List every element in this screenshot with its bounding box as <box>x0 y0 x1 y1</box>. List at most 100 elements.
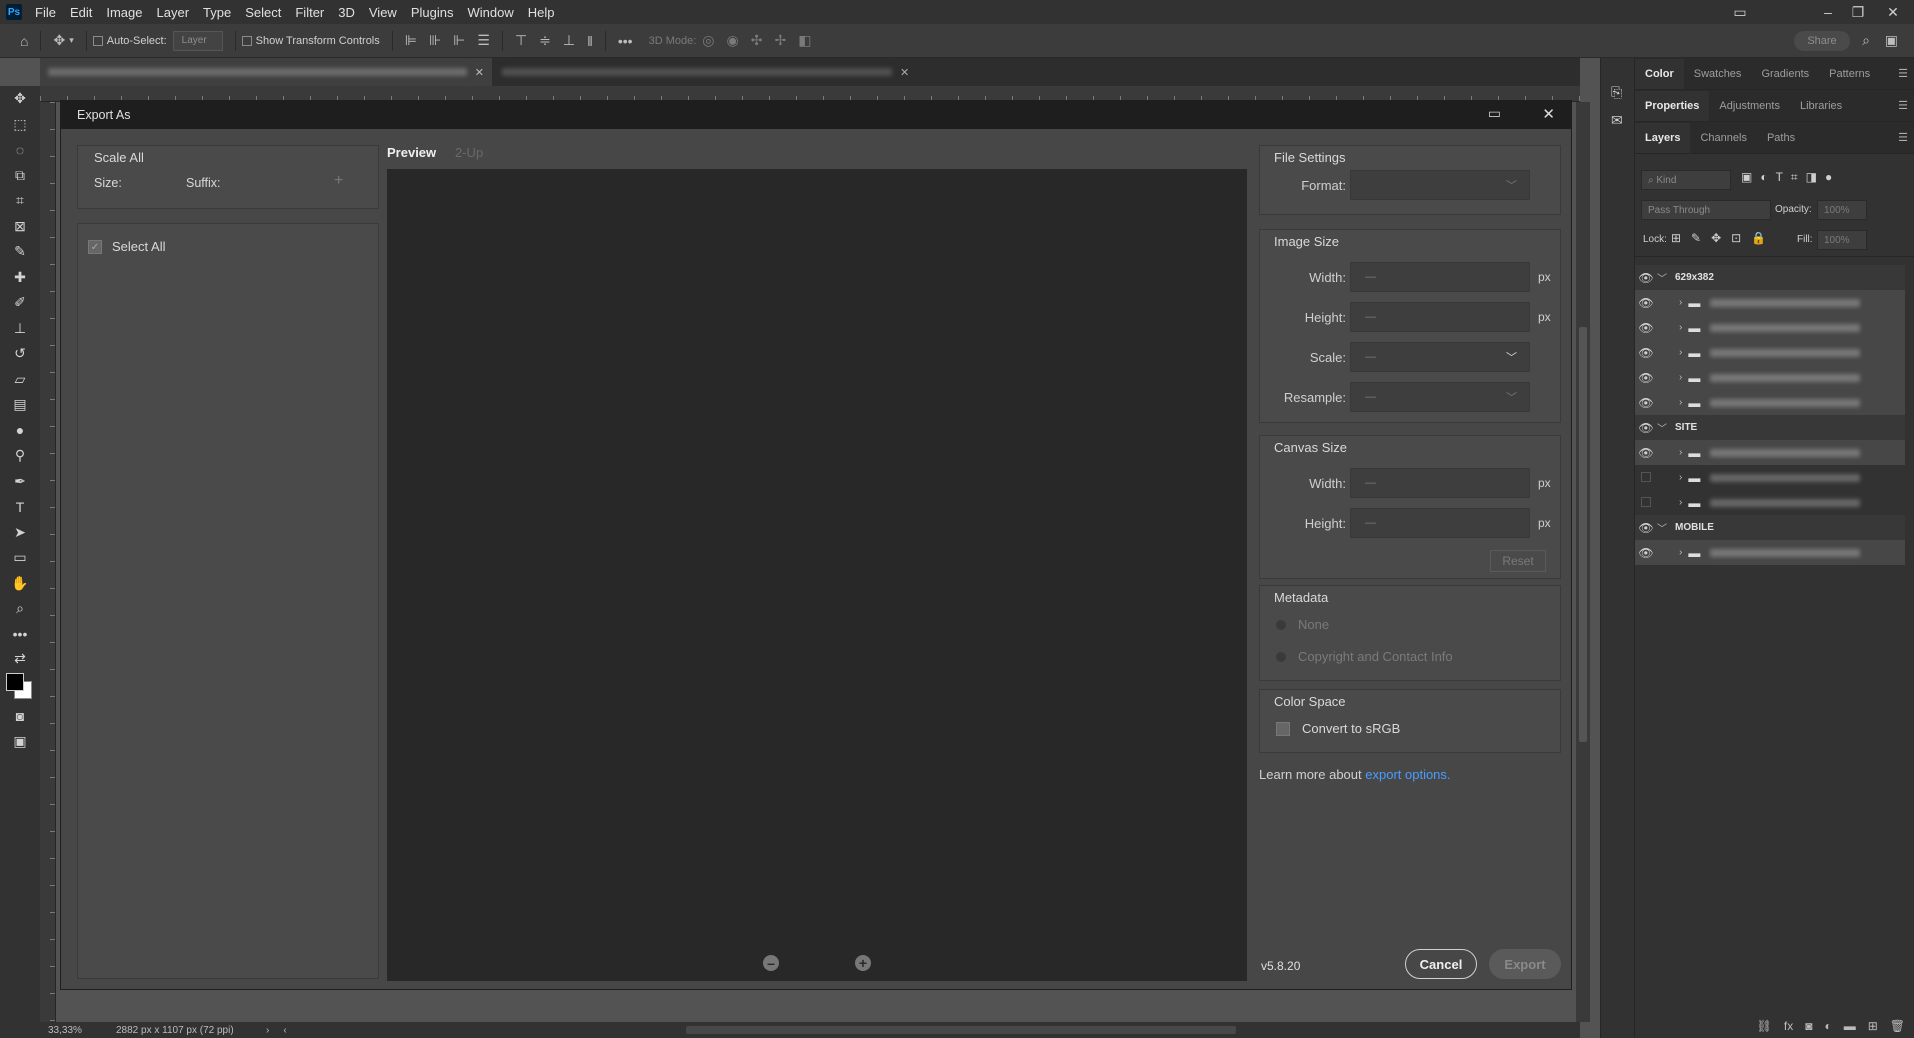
resample-dropdown[interactable]: — ﹀ <box>1350 382 1530 412</box>
zoom-level[interactable]: 33,33% <box>48 1025 108 1036</box>
menu-filter[interactable]: Filter <box>288 5 331 20</box>
object-select-tool-icon[interactable]: ⧉ <box>0 163 40 189</box>
search-icon[interactable]: ⌕ <box>1862 32 1870 49</box>
menu-3d[interactable]: 3D <box>331 5 362 20</box>
distribute-vertical-icon[interactable]: ‖ <box>587 33 593 49</box>
visibility-toggle-empty[interactable] <box>1635 471 1657 485</box>
chevron-down-icon[interactable]: ﹀ <box>1657 420 1671 435</box>
menu-type[interactable]: Type <box>196 5 238 20</box>
layer-row[interactable]: 👁 › ▬ <box>1635 340 1905 365</box>
menu-edit[interactable]: Edit <box>63 5 99 20</box>
menu-image[interactable]: Image <box>99 5 149 20</box>
share-button[interactable]: Share <box>1794 31 1850 51</box>
chevron-right-icon[interactable]: › <box>1679 497 1682 508</box>
blur-tool-icon[interactable]: ● <box>0 418 40 444</box>
link-layers-icon[interactable]: ⛓ <box>1757 1019 1772 1033</box>
visibility-eye-icon[interactable]: 👁 <box>1635 521 1657 535</box>
export-button[interactable]: Export <box>1489 949 1561 979</box>
panel-menu-icon[interactable]: ☰ <box>1898 67 1908 80</box>
metadata-none-radio[interactable] <box>1276 620 1286 630</box>
history-panel-icon[interactable]: ⎘ <box>1611 84 1622 101</box>
chevron-right-icon[interactable]: › <box>266 1025 269 1036</box>
panel-menu-icon[interactable]: ☰ <box>1898 131 1908 144</box>
tab-paths[interactable]: Paths <box>1757 123 1805 153</box>
document-tab[interactable]: ✕ <box>494 58 920 86</box>
layer-row[interactable]: 👁 › ▬ <box>1635 365 1905 390</box>
align-right-icon[interactable]: ⊩ <box>453 32 465 49</box>
visibility-eye-icon[interactable]: 👁 <box>1635 396 1657 410</box>
path-select-tool-icon[interactable]: ➤ <box>0 520 40 546</box>
foreground-color-swatch[interactable] <box>6 673 24 691</box>
chevron-right-icon[interactable]: › <box>1679 447 1682 458</box>
tab-gradients[interactable]: Gradients <box>1751 59 1819 89</box>
lock-icons[interactable]: ⊞✎✥⊡🔒 <box>1671 231 1776 245</box>
tab-swatches[interactable]: Swatches <box>1684 59 1752 89</box>
layer-row[interactable]: 👁 › ▬ <box>1635 290 1905 315</box>
layer-row[interactable]: 👁 › ▬ <box>1635 390 1905 415</box>
vertical-scrollbar[interactable] <box>1576 102 1590 1022</box>
eyedropper-tool-icon[interactable]: ✎ <box>0 239 40 265</box>
lasso-tool-icon[interactable]: ◌ <box>0 137 40 163</box>
workspace-icon[interactable]: ▣ <box>1885 32 1898 49</box>
layer-group[interactable]: 👁 ﹀ 629x382 <box>1635 265 1905 290</box>
opacity-input[interactable]: 100% <box>1817 200 1867 220</box>
show-transform-checkbox[interactable] <box>241 35 252 46</box>
chevron-right-icon[interactable]: › <box>1679 472 1682 483</box>
close-tab-icon[interactable]: ✕ <box>475 66 484 79</box>
layer-filter-kind[interactable]: ⌕ Kind <box>1641 170 1731 190</box>
tab-patterns[interactable]: Patterns <box>1819 59 1880 89</box>
fill-input[interactable]: 100% <box>1817 230 1867 250</box>
chevron-right-icon[interactable]: › <box>1679 297 1682 308</box>
rectangle-tool-icon[interactable]: ▭ <box>0 545 40 571</box>
close-tab-icon[interactable]: ✕ <box>900 66 909 79</box>
more-options-icon[interactable]: ••• <box>618 33 633 49</box>
crop-tool-icon[interactable]: ⌗ <box>0 188 40 214</box>
fx-icon[interactable]: fx <box>1784 1019 1793 1033</box>
layer-row[interactable]: › ▬ <box>1635 465 1905 490</box>
menu-file[interactable]: File <box>28 5 63 20</box>
align-center-icon[interactable]: ⊪ <box>429 32 441 49</box>
menu-window[interactable]: Window <box>460 5 520 20</box>
layer-group[interactable]: 👁 ﹀ SITE <box>1635 415 1905 440</box>
history-brush-tool-icon[interactable]: ↺ <box>0 341 40 367</box>
layer-row[interactable]: 👁 › ▬ <box>1635 540 1905 565</box>
restore-icon[interactable]: ❐ <box>1843 0 1873 24</box>
new-group-icon[interactable]: ▬ <box>1844 1019 1856 1033</box>
mask-icon[interactable]: ◙ <box>1805 1019 1812 1033</box>
chevron-right-icon[interactable]: › <box>1679 397 1682 408</box>
comments-panel-icon[interactable]: ✉ <box>1611 112 1623 129</box>
canvas-height-input[interactable]: — <box>1350 508 1530 538</box>
visibility-eye-icon[interactable]: 👁 <box>1635 321 1657 335</box>
tab-adjustments[interactable]: Adjustments <box>1709 91 1790 121</box>
healing-brush-tool-icon[interactable]: ✚ <box>0 265 40 291</box>
pan-3d-icon[interactable]: ✣ <box>751 32 763 49</box>
menu-layer[interactable]: Layer <box>150 5 197 20</box>
visibility-toggle-empty[interactable] <box>1635 496 1657 510</box>
visibility-eye-icon[interactable]: 👁 <box>1635 446 1657 460</box>
metadata-copyright-radio[interactable] <box>1276 652 1286 662</box>
frame-tool-icon[interactable]: ⊠ <box>0 214 40 240</box>
marquee-tool-icon[interactable]: ⬚ <box>0 112 40 138</box>
select-all-checkbox[interactable]: ✓ <box>88 240 102 254</box>
reset-button[interactable]: Reset <box>1490 550 1546 572</box>
visibility-eye-icon[interactable]: 👁 <box>1635 346 1657 360</box>
quick-mask-icon[interactable]: ◙ <box>0 703 40 729</box>
chevron-left-icon[interactable]: ‹ <box>283 1025 286 1036</box>
chevron-down-icon[interactable]: ﹀ <box>1657 520 1671 535</box>
brush-tool-icon[interactable]: ✐ <box>0 290 40 316</box>
camera-3d-icon[interactable]: ◧ <box>798 32 811 49</box>
dialog-resize-icon[interactable]: ▭ <box>1488 105 1501 122</box>
scrollbar-thumb[interactable] <box>1579 327 1587 742</box>
more-tools-icon[interactable]: ••• <box>0 622 40 648</box>
tab-preview[interactable]: Preview <box>387 145 436 160</box>
align-bottom-icon[interactable]: ⊥ <box>563 32 575 49</box>
auto-select-checkbox[interactable] <box>92 35 103 46</box>
tab-2-up[interactable]: 2-Up <box>455 145 483 160</box>
zoom-in-icon[interactable]: + <box>855 955 871 971</box>
preview-canvas[interactable]: – + <box>387 169 1247 981</box>
move-tool-icon[interactable]: ✥ <box>53 32 65 49</box>
gradient-tool-icon[interactable]: ▤ <box>0 392 40 418</box>
arrange-icon[interactable]: ▭ <box>1725 0 1755 24</box>
scale-dropdown[interactable]: — ﹀ <box>1350 342 1530 372</box>
panel-menu-icon[interactable]: ☰ <box>1898 99 1908 112</box>
